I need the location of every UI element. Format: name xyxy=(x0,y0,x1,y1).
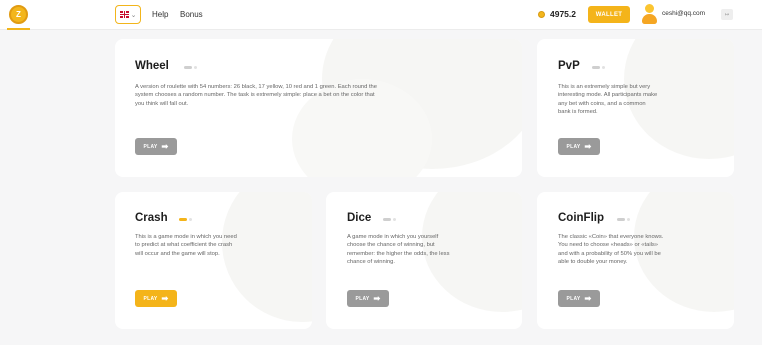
game-card-coinflip: CoinFlip The classic «Coin» that everyon… xyxy=(537,192,734,329)
game-card-wheel: Wheel A version of roulette with 54 numb… xyxy=(115,39,522,177)
play-button[interactable]: PLAY ➡ xyxy=(558,138,600,155)
play-label: PLAY xyxy=(566,295,581,302)
arrow-right-icon: ➡ xyxy=(161,141,169,151)
play-button[interactable]: PLAY ➡ xyxy=(347,290,389,307)
game-description: A game mode in which you yourself choose… xyxy=(347,234,450,265)
game-title: CoinFlip xyxy=(558,212,604,224)
play-label: PLAY xyxy=(143,295,158,302)
game-title: Wheel xyxy=(135,60,169,72)
play-button[interactable]: PLAY ➡ xyxy=(135,290,177,307)
user-email[interactable]: ceshi@qq.com xyxy=(662,10,705,17)
play-button[interactable]: PLAY ➡ xyxy=(135,138,177,155)
wallet-button[interactable]: WALLET xyxy=(588,6,630,23)
game-card-pvp: PvP This is an extremely simple but very… xyxy=(537,39,734,177)
top-header: Z ⌄ Help Bonus 4975.2 WALLET ceshi@qq.co… xyxy=(0,0,762,30)
game-title: Dice xyxy=(347,212,372,224)
game-description: This is a game mode in which you need to… xyxy=(135,234,237,257)
play-label: PLAY xyxy=(355,295,370,302)
arrow-right-icon: ➡ xyxy=(161,293,169,303)
avatar[interactable] xyxy=(641,4,658,25)
play-label: PLAY xyxy=(566,143,581,150)
logo-glyph: Z xyxy=(16,10,21,19)
game-description: This is an extremely simple but very int… xyxy=(558,84,658,115)
game-title: Crash xyxy=(135,212,168,224)
uk-flag-icon xyxy=(119,11,129,18)
arrow-right-icon: ➡ xyxy=(373,293,381,303)
nav-bonus-link[interactable]: Bonus xyxy=(180,10,203,19)
logo-active-indicator xyxy=(7,28,30,30)
play-label: PLAY xyxy=(143,143,158,150)
game-description: A version of roulette with 54 numbers: 2… xyxy=(135,84,378,107)
logout-icon: ↦ xyxy=(724,11,730,18)
arrow-right-icon: ➡ xyxy=(584,141,592,151)
logout-button[interactable]: ↦ xyxy=(721,9,733,20)
balance-value: 4975.2 xyxy=(550,9,576,19)
game-card-crash: Crash This is a game mode in which you n… xyxy=(115,192,312,329)
chevron-down-icon: ⌄ xyxy=(130,11,137,19)
play-button[interactable]: PLAY ➡ xyxy=(558,290,600,307)
nav-help-link[interactable]: Help xyxy=(152,10,168,19)
game-description: The classic «Coin» that everyone knows. … xyxy=(558,234,664,265)
arrow-right-icon: ➡ xyxy=(584,293,592,303)
language-selector[interactable]: ⌄ xyxy=(115,5,141,24)
game-card-dice: Dice A game mode in which you yourself c… xyxy=(326,192,522,329)
site-logo[interactable]: Z xyxy=(9,5,28,24)
game-title: PvP xyxy=(558,60,580,72)
coin-icon xyxy=(538,11,545,18)
